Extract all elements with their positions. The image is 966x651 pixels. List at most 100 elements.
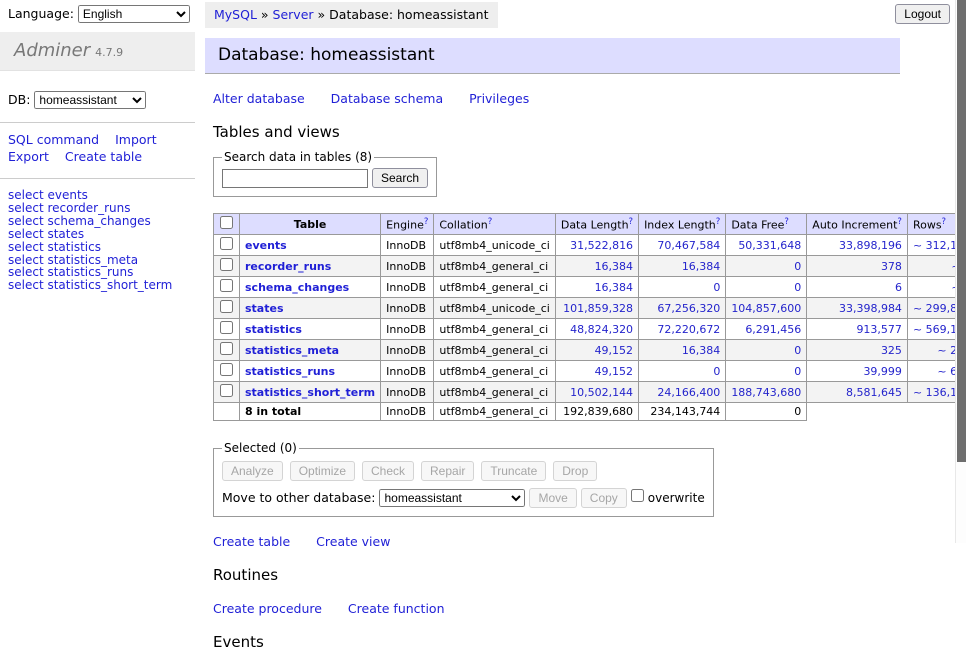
export-link[interactable]: Export [8,149,49,164]
create-function-link[interactable]: Create function [348,601,445,616]
sidebar-item-select-schema-changes[interactable]: select schema_changes [8,215,195,228]
cell-data-length: 49,152 [555,361,638,382]
row-checkbox[interactable] [220,384,233,397]
optimize-button[interactable]: Optimize [290,461,355,481]
checkbox-cell [214,277,240,298]
app-logo[interactable]: Adminer [14,40,90,61]
column-header-table: Table [240,214,381,235]
table-link-statistics[interactable]: statistics [245,323,302,336]
page-title: Database: homeassistant [218,45,900,65]
sidebar-item-select-statistics[interactable]: select statistics [8,241,195,254]
cell-data-free: 0 [726,256,807,277]
cell-collation: utf8mb4_general_ci [434,361,555,382]
drop-button[interactable]: Drop [553,461,597,481]
sidebar-table-links: select events select recorder_runs selec… [8,189,195,292]
cell-data-free: 0 [726,403,807,421]
cell-collation: utf8mb4_unicode_ci [434,235,555,256]
cell-engine: InnoDB [381,235,434,256]
table-link-states[interactable]: states [245,302,284,315]
create-table-link[interactable]: Create table [213,534,290,549]
alter-database-link[interactable]: Alter database [213,91,305,106]
overwrite-checkbox[interactable] [631,489,644,502]
import-link[interactable]: Import [115,132,157,147]
move-button[interactable]: Move [529,488,576,508]
select-all-checkbox[interactable] [220,216,233,229]
help-icon[interactable]: ? [897,217,902,227]
sidebar-item-select-states[interactable]: select states [8,228,195,241]
help-icon[interactable]: ? [488,217,493,227]
cell-index-length: 0 [639,277,726,298]
repair-button[interactable]: Repair [421,461,474,481]
cell-index-length: 16,384 [639,340,726,361]
db-select[interactable]: homeassistant [34,91,146,109]
checkbox-cell [214,298,240,319]
database-schema-link[interactable]: Database schema [331,91,443,106]
create-links-row: Create table Create view [213,534,900,549]
table-link-recorder-runs[interactable]: recorder_runs [245,260,331,273]
column-header-label: Rows [913,219,942,232]
search-button[interactable]: Search [372,168,428,188]
column-header-auto-increment: Auto Increment? [807,214,908,235]
cell-index-length: 67,256,320 [639,298,726,319]
logout-button[interactable]: Logout [895,4,950,24]
cell-engine: InnoDB [381,277,434,298]
help-icon[interactable]: ? [716,217,721,227]
help-icon[interactable]: ? [784,217,789,227]
cell-data-length: 48,824,320 [555,319,638,340]
table-name-cell: events [240,235,381,256]
column-header-index-length: Index Length? [639,214,726,235]
sidebar-item-select-recorder-runs[interactable]: select recorder_runs [8,202,195,215]
checkbox-cell [214,403,240,421]
help-icon[interactable]: ? [424,217,429,227]
cell-index-length: 0 [639,361,726,382]
language-row: Language:English [8,5,195,23]
move-to-database-label: Move to other database: [222,490,375,505]
help-icon[interactable]: ? [942,217,947,227]
cell-auto-increment: 33,398,984 [807,298,908,319]
cell-engine: InnoDB [381,298,434,319]
table-row-recorder-runs: recorder_runs InnoDB utf8mb4_general_ci … [214,256,966,277]
column-header-collation: Collation? [434,214,555,235]
privileges-link[interactable]: Privileges [469,91,529,106]
table-link-schema-changes[interactable]: schema_changes [245,281,349,294]
tables-list-header-row: Table Engine? Collation? Data Length? In… [214,214,966,235]
truncate-button[interactable]: Truncate [481,461,546,481]
cell-auto-increment: 325 [807,340,908,361]
table-link-statistics-meta[interactable]: statistics_meta [245,344,339,357]
row-checkbox[interactable] [220,237,233,250]
cell-index-length: 24,166,400 [639,382,726,403]
row-checkbox[interactable] [220,279,233,292]
column-header-label: Engine [386,219,424,232]
copy-button[interactable]: Copy [581,488,627,508]
create-view-link[interactable]: Create view [316,534,390,549]
overwrite-label[interactable]: overwrite [648,491,705,505]
table-link-statistics-runs[interactable]: statistics_runs [245,365,335,378]
app-version[interactable]: 4.7.9 [95,46,123,59]
table-link-statistics-short-term[interactable]: statistics_short_term [245,386,375,399]
cell-collation: utf8mb4_unicode_ci [434,298,555,319]
help-icon[interactable]: ? [629,217,634,227]
create-procedure-link[interactable]: Create procedure [213,601,322,616]
row-checkbox[interactable] [220,321,233,334]
vertical-scrollbar[interactable] [955,0,966,543]
language-select[interactable]: English [78,5,190,23]
selected-fieldset: Selected (0) Analyze Optimize Check Repa… [213,441,714,517]
search-input[interactable] [222,169,368,188]
sql-command-link[interactable]: SQL command [8,132,99,147]
check-button[interactable]: Check [362,461,414,481]
cell-engine: InnoDB [381,256,434,277]
cell-auto-increment: 378 [807,256,908,277]
sidebar-item-select-statistics-short-term[interactable]: select statistics_short_term [8,279,195,292]
move-db-select[interactable]: homeassistant [379,489,525,507]
sidebar-item-select-events[interactable]: select events [8,189,195,202]
analyze-button[interactable]: Analyze [222,461,283,481]
row-checkbox[interactable] [220,342,233,355]
cell-collation: utf8mb4_general_ci [434,256,555,277]
row-checkbox[interactable] [220,258,233,271]
create-table-link-sidebar[interactable]: Create table [65,149,142,164]
row-checkbox[interactable] [220,363,233,376]
checkbox-cell [214,340,240,361]
row-checkbox[interactable] [220,300,233,313]
table-link-events[interactable]: events [245,239,287,252]
scrollbar-thumb[interactable] [957,0,966,462]
